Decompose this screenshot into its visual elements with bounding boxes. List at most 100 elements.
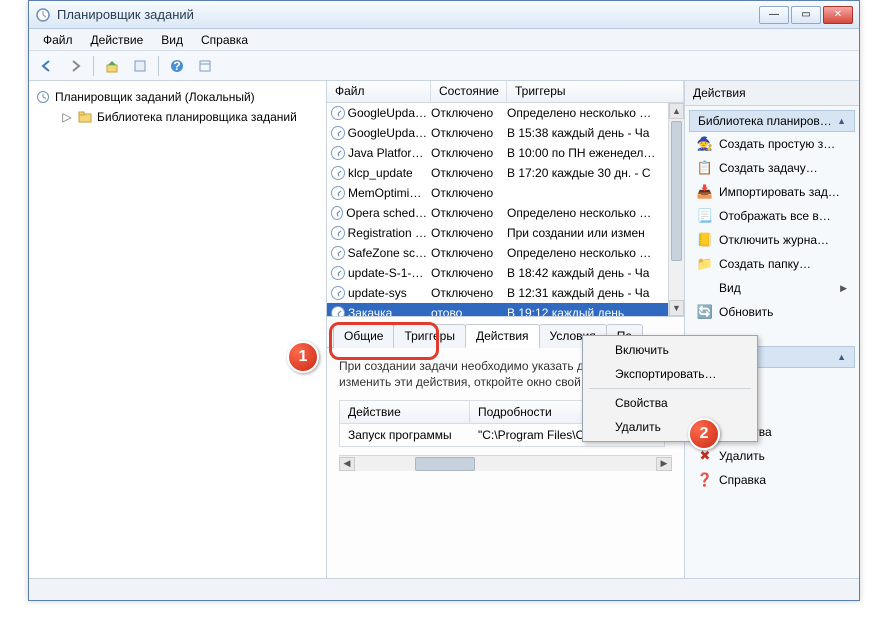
actions-section-library[interactable]: Библиотека планиров…▲ [689,110,855,132]
task-name: update-sys [348,286,407,300]
forward-button[interactable] [63,54,87,78]
help-button[interactable]: ? [165,54,189,78]
action-refresh[interactable]: 🔄Обновить [689,300,855,324]
task-trigger: Определено несколько … [507,246,684,260]
task-trigger: В 15:38 каждый день - Ча [507,126,684,140]
collapse-icon: ▲ [837,352,846,362]
task-state: Отключено [431,146,507,160]
tab-general[interactable]: Общие [333,324,394,348]
task-trigger: Определено несколько … [507,106,684,120]
up-button[interactable] [100,54,124,78]
scroll-thumb[interactable] [671,121,682,261]
task-row[interactable]: update-sysОтключеноВ 12:31 каждый день -… [327,283,684,303]
action-type: Запуск программы [340,424,470,446]
menu-view[interactable]: Вид [153,31,191,49]
action-show-all[interactable]: 📃Отображать все в… [689,204,855,228]
task-state: Отключено [431,126,507,140]
task-name: update-S-1-… [348,266,423,280]
menu-file[interactable]: Файл [35,31,81,49]
scroll-right-icon[interactable]: ▶ [656,457,672,471]
task-row[interactable]: update-S-1-… ОтключеноВ 18:42 каждый день… [327,263,684,283]
clock-icon [331,226,345,240]
tree-library-label: Библиотека планировщика заданий [97,110,297,124]
panel-button[interactable] [193,54,217,78]
task-state: Отключено [431,266,507,280]
minimize-button[interactable]: — [759,6,789,24]
task-trigger: В 18:42 каждый день - Ча [507,266,684,280]
close-button[interactable]: ✕ [823,6,853,24]
col-action[interactable]: Действие [340,401,470,423]
horizontal-scrollbar[interactable]: ◀ ▶ [339,455,672,471]
context-menu: Включить Экспортировать… Свойства Удалит… [582,335,758,442]
expand-icon[interactable]: ▷ [61,110,73,124]
hscroll-thumb[interactable] [415,457,475,471]
task-name: GoogleUpda… [348,126,427,140]
ctx-export[interactable]: Экспортировать… [585,362,755,386]
vertical-scrollbar[interactable]: ▲ ▼ [668,103,684,316]
task-state: Отключено [431,206,507,220]
ctx-enable[interactable]: Включить [585,338,755,362]
task-trigger: В 19:12 каждый день [507,306,684,316]
separator [589,388,751,389]
col-state[interactable]: Состояние [431,81,507,102]
ctx-delete[interactable]: Удалить [585,415,755,439]
action-create-task[interactable]: 📋Создать задачу… [689,156,855,180]
task-state: отово [431,306,507,316]
task-state: Отключено [431,106,507,120]
folder-icon: 📁 [697,256,713,272]
folder-icon [77,109,93,125]
task-row[interactable]: Registration …ОтключеноПри создании или … [327,223,684,243]
maximize-button[interactable]: ▭ [791,6,821,24]
task-state: Отключено [431,246,507,260]
scroll-left-icon[interactable]: ◀ [339,457,355,471]
menu-action[interactable]: Действие [83,31,152,49]
col-triggers[interactable]: Триггеры [507,81,684,102]
back-button[interactable] [35,54,59,78]
task-trigger: Определено несколько … [507,206,684,220]
toolbar: ? [29,51,859,81]
action-help[interactable]: ❓Справка [689,468,855,492]
task-name: klcp_update [348,166,413,180]
action-import[interactable]: 📥Импортировать зад… [689,180,855,204]
app-icon [35,7,51,23]
actions-header: Действия [685,81,859,106]
task-row[interactable]: ЗакачкаотовоВ 19:12 каждый день [327,303,684,316]
action-view[interactable]: Вид▶ [689,276,855,300]
task-row[interactable]: klcp_updateОтключеноВ 17:20 каждые 30 дн… [327,163,684,183]
action-new-folder[interactable]: 📁Создать папку… [689,252,855,276]
task-trigger: При создании или измен [507,226,684,240]
task-row[interactable]: Opera sched… ОтключеноОпределено нескольк… [327,203,684,223]
task-row[interactable]: SafeZone sc…ОтключеноОпределено нескольк… [327,243,684,263]
tab-actions[interactable]: Действия [465,324,540,348]
badge-1: 1 [287,341,319,373]
task-rows[interactable]: GoogleUpda…ОтключеноОпределено несколько… [327,103,684,316]
chevron-right-icon: ▶ [840,283,847,294]
task-name: Opera sched… [346,206,427,220]
action-delete[interactable]: ✖Удалить [689,444,855,468]
scroll-down-icon[interactable]: ▼ [669,300,684,316]
wizard-icon: 🧙 [697,136,713,152]
clock-icon [331,306,345,316]
tree-root[interactable]: Планировщик заданий (Локальный) [33,87,322,107]
task-row[interactable]: GoogleUpda…ОтключеноОпределено несколько… [327,103,684,123]
menubar: Файл Действие Вид Справка [29,29,859,51]
action-create-basic[interactable]: 🧙Создать простую з… [689,132,855,156]
menu-help[interactable]: Справка [193,31,256,49]
tab-triggers[interactable]: Триггеры [393,324,466,348]
clock-icon [331,146,345,160]
properties-button[interactable] [128,54,152,78]
col-file[interactable]: Файл [327,81,431,102]
task-row[interactable]: GoogleUpda… ОтключеноВ 15:38 каждый день … [327,123,684,143]
action-disable-log[interactable]: 📒Отключить журна… [689,228,855,252]
task-state: Отключено [431,286,507,300]
actions-panel: Действия Библиотека планиров…▲ 🧙Создать … [685,81,859,578]
list-icon: 📃 [697,208,713,224]
ctx-properties[interactable]: Свойства [585,391,755,415]
task-state: Отключено [431,186,507,200]
scroll-up-icon[interactable]: ▲ [669,103,684,119]
task-row[interactable]: Java Platfor…ОтключеноВ 10:00 по ПН ежен… [327,143,684,163]
task-name: Java Platfor… [348,146,423,160]
titlebar[interactable]: Планировщик заданий — ▭ ✕ [29,1,859,29]
tree-library[interactable]: ▷ Библиотека планировщика заданий [33,107,322,127]
task-row[interactable]: MemOptimi…Отключено [327,183,684,203]
